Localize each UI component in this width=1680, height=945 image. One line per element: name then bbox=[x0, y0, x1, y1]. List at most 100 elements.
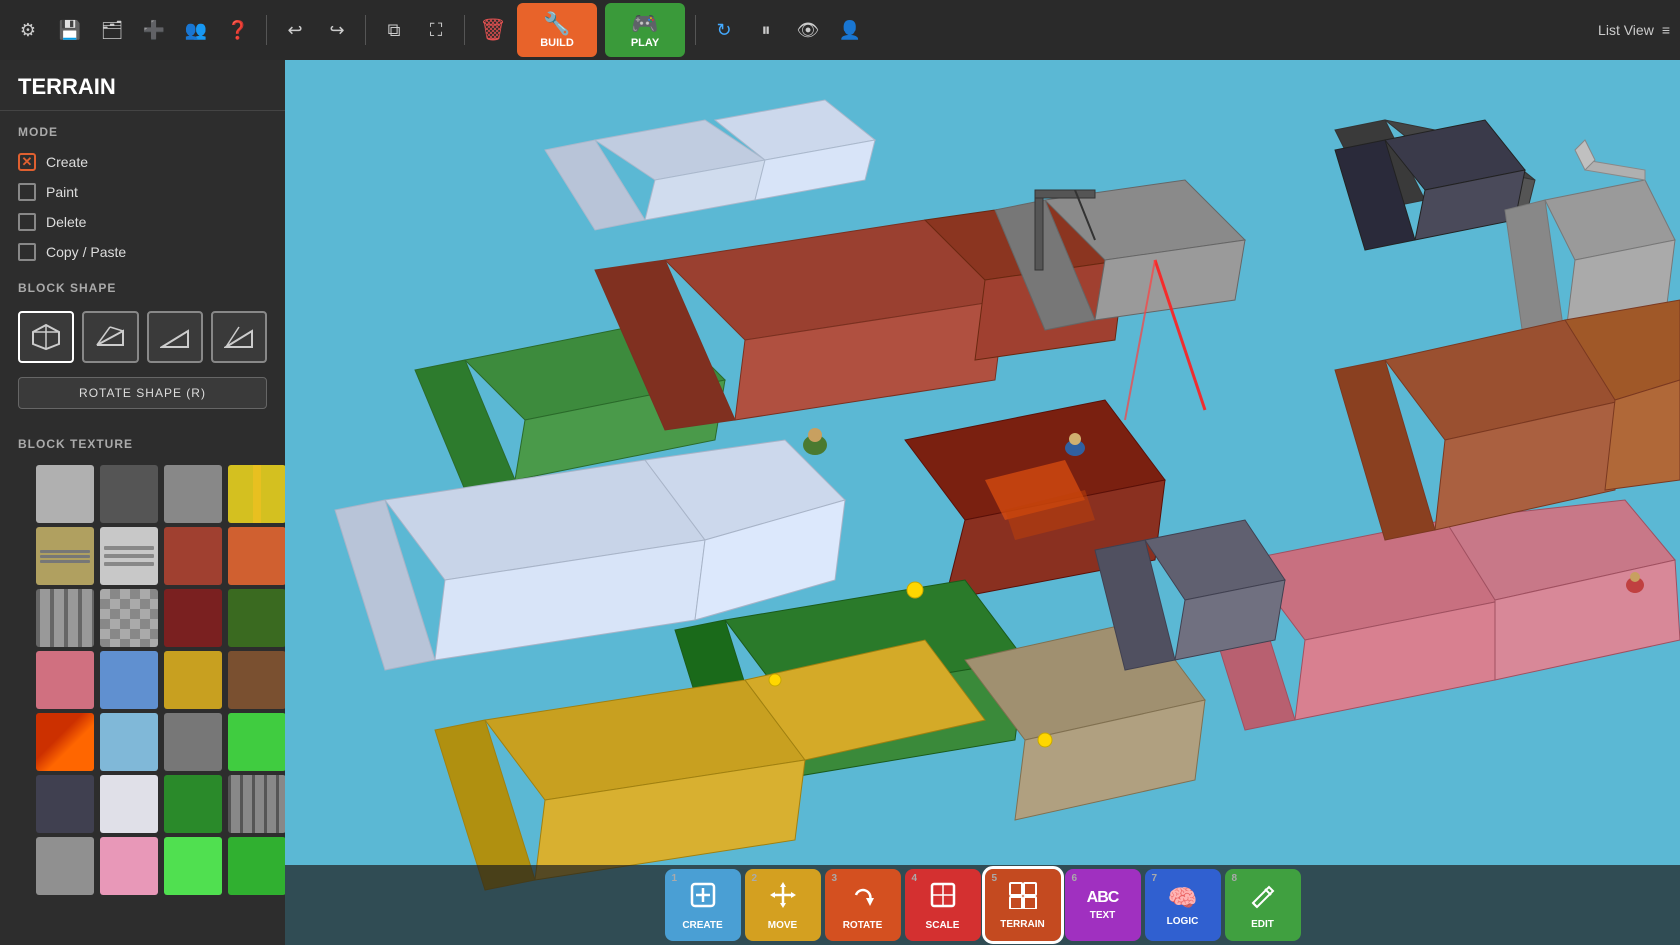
pause-icon[interactable]: ⏸ bbox=[748, 12, 784, 48]
create-button[interactable]: 1 CREATE bbox=[665, 869, 741, 941]
texture-grass[interactable] bbox=[164, 775, 222, 833]
mode-delete-checkbox bbox=[18, 213, 36, 231]
text-num: 6 bbox=[1072, 873, 1078, 884]
texture-fence2[interactable] bbox=[228, 775, 285, 833]
terrain-button[interactable]: 5 TERRAIN bbox=[985, 869, 1061, 941]
eye-icon[interactable]: 👁 bbox=[790, 12, 826, 48]
rotate-num: 3 bbox=[832, 873, 838, 884]
block-shape-grid bbox=[0, 303, 285, 377]
play-button[interactable]: 🎮 PLAY bbox=[605, 3, 685, 57]
add-icon[interactable]: ➕ bbox=[136, 12, 172, 48]
texture-dark-green[interactable] bbox=[228, 589, 285, 647]
texture-scroll[interactable] bbox=[36, 527, 94, 585]
settings-icon[interactable]: ⚙ bbox=[10, 12, 46, 48]
mode-copy-paste[interactable]: Copy / Paste bbox=[0, 237, 285, 267]
texture-gray-light[interactable] bbox=[36, 465, 94, 523]
texture-gold[interactable] bbox=[164, 651, 222, 709]
build-label: BUILD bbox=[540, 37, 574, 49]
texture-bright-green2[interactable] bbox=[164, 837, 222, 895]
users-icon[interactable]: 👥 bbox=[178, 12, 214, 48]
texture-horizontal-lines[interactable] bbox=[100, 527, 158, 585]
texture-gray-med[interactable] bbox=[164, 465, 222, 523]
top-toolbar: ⚙ 💾 🗂 ➕ 👥 ❓ ↩ ↪ ⧉ ⛶ 🗑 🔧 BUILD 🎮 PLAY ↻ ⏸… bbox=[0, 0, 1680, 60]
texture-pink[interactable] bbox=[36, 651, 94, 709]
undo-icon[interactable]: ↩ bbox=[277, 12, 313, 48]
rotate-shape-button[interactable]: ROTATE SHAPE (R) bbox=[18, 377, 267, 409]
text-button[interactable]: 6 ABC TEXT bbox=[1065, 869, 1141, 941]
texture-fence[interactable] bbox=[36, 589, 94, 647]
scale-label: SCALE bbox=[926, 920, 960, 931]
mode-copy-paste-checkbox bbox=[18, 243, 36, 261]
scale-button[interactable]: 4 SCALE bbox=[905, 869, 981, 941]
texture-scroll-container bbox=[0, 459, 285, 905]
text-icon: ABC bbox=[1087, 889, 1119, 907]
texture-dirt[interactable] bbox=[228, 651, 285, 709]
texture-green-med[interactable] bbox=[228, 837, 285, 895]
shape-wedge-button[interactable] bbox=[82, 311, 138, 363]
texture-bright-green[interactable] bbox=[228, 713, 285, 771]
rotate-button[interactable]: 3 ROTATE bbox=[825, 869, 901, 941]
block-shape-label: BLOCK SHAPE bbox=[0, 267, 285, 303]
texture-gray-dark[interactable] bbox=[100, 465, 158, 523]
texture-pink-light[interactable] bbox=[100, 837, 158, 895]
scale-icon bbox=[928, 880, 958, 917]
play-icon: 🎮 bbox=[631, 11, 658, 37]
texture-tile[interactable] bbox=[100, 589, 158, 647]
edit-icon bbox=[1249, 881, 1277, 916]
build-icon: 🔧 bbox=[543, 11, 570, 37]
create-icon bbox=[688, 880, 718, 917]
folder-icon[interactable]: 🗂 bbox=[94, 12, 130, 48]
texture-red-brown[interactable] bbox=[164, 527, 222, 585]
terrain-num: 5 bbox=[992, 873, 998, 884]
texture-stone[interactable] bbox=[36, 837, 94, 895]
list-view-label[interactable]: List View ≡ bbox=[1598, 22, 1670, 38]
shape-corner-button[interactable] bbox=[211, 311, 267, 363]
logic-icon: 🧠 bbox=[1168, 884, 1198, 913]
game-viewport[interactable] bbox=[285, 60, 1680, 945]
mode-paint[interactable]: Paint bbox=[0, 177, 285, 207]
shape-cube-button[interactable] bbox=[18, 311, 74, 363]
move-num: 2 bbox=[752, 873, 758, 884]
mode-paint-label: Paint bbox=[46, 184, 78, 200]
texture-snow[interactable] bbox=[100, 775, 158, 833]
edit-num: 8 bbox=[1232, 873, 1238, 884]
texture-lava[interactable] bbox=[36, 713, 94, 771]
logic-label: LOGIC bbox=[1167, 916, 1199, 927]
texture-grid bbox=[18, 459, 285, 901]
bottom-toolbar: 1 CREATE 2 MOVE 3 bbox=[285, 865, 1680, 945]
texture-dark-stone[interactable] bbox=[36, 775, 94, 833]
separator bbox=[695, 15, 696, 45]
help-icon[interactable]: ❓ bbox=[220, 12, 256, 48]
save-icon[interactable]: 💾 bbox=[52, 12, 88, 48]
mode-create-label: Create bbox=[46, 154, 88, 170]
mode-label: MODE bbox=[0, 111, 285, 147]
texture-dark-red[interactable] bbox=[164, 589, 222, 647]
logic-num: 7 bbox=[1152, 873, 1158, 884]
scale-num: 4 bbox=[912, 873, 918, 884]
mode-create[interactable]: Create bbox=[0, 147, 285, 177]
profile-icon[interactable]: 👤 bbox=[832, 12, 868, 48]
redo-icon[interactable]: ↪ bbox=[319, 12, 355, 48]
delete-icon[interactable]: 🗑 bbox=[475, 12, 511, 48]
mode-delete-label: Delete bbox=[46, 214, 86, 230]
refresh-icon[interactable]: ↻ bbox=[706, 12, 742, 48]
logic-button[interactable]: 7 🧠 LOGIC bbox=[1145, 869, 1221, 941]
mode-delete[interactable]: Delete bbox=[0, 207, 285, 237]
move-button[interactable]: 2 MOVE bbox=[745, 869, 821, 941]
sidebar-title: TERRAIN bbox=[0, 60, 285, 111]
texture-ice[interactable] bbox=[100, 713, 158, 771]
texture-gravel[interactable] bbox=[164, 713, 222, 771]
texture-grid-wrapper bbox=[18, 459, 285, 901]
shape-ramp-button[interactable] bbox=[147, 311, 203, 363]
edit-button[interactable]: 8 EDIT bbox=[1225, 869, 1301, 941]
mode-copy-paste-label: Copy / Paste bbox=[46, 244, 126, 260]
build-button[interactable]: 🔧 BUILD bbox=[517, 3, 597, 57]
texture-orange[interactable] bbox=[228, 527, 285, 585]
separator bbox=[266, 15, 267, 45]
texture-blue-ice[interactable] bbox=[100, 651, 158, 709]
copy-icon[interactable]: ⧉ bbox=[376, 12, 412, 48]
expand-icon[interactable]: ⛶ bbox=[418, 12, 454, 48]
mode-paint-checkbox bbox=[18, 183, 36, 201]
texture-yellow-stripe[interactable] bbox=[228, 465, 285, 523]
terrain-label: TERRAIN bbox=[1000, 919, 1044, 930]
